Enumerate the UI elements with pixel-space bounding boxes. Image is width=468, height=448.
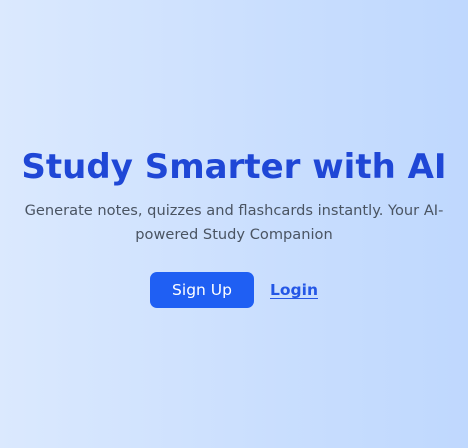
hero-actions: Sign Up Login	[150, 272, 318, 308]
hero-subtitle: Generate notes, quizzes and flashcards i…	[24, 202, 444, 243]
sign-up-button[interactable]: Sign Up	[150, 272, 255, 308]
login-link[interactable]: Login	[270, 281, 318, 299]
hero-section: Study Smarter with AI Generate notes, qu…	[0, 0, 468, 448]
hero-title: Study Smarter with AI	[21, 147, 447, 187]
